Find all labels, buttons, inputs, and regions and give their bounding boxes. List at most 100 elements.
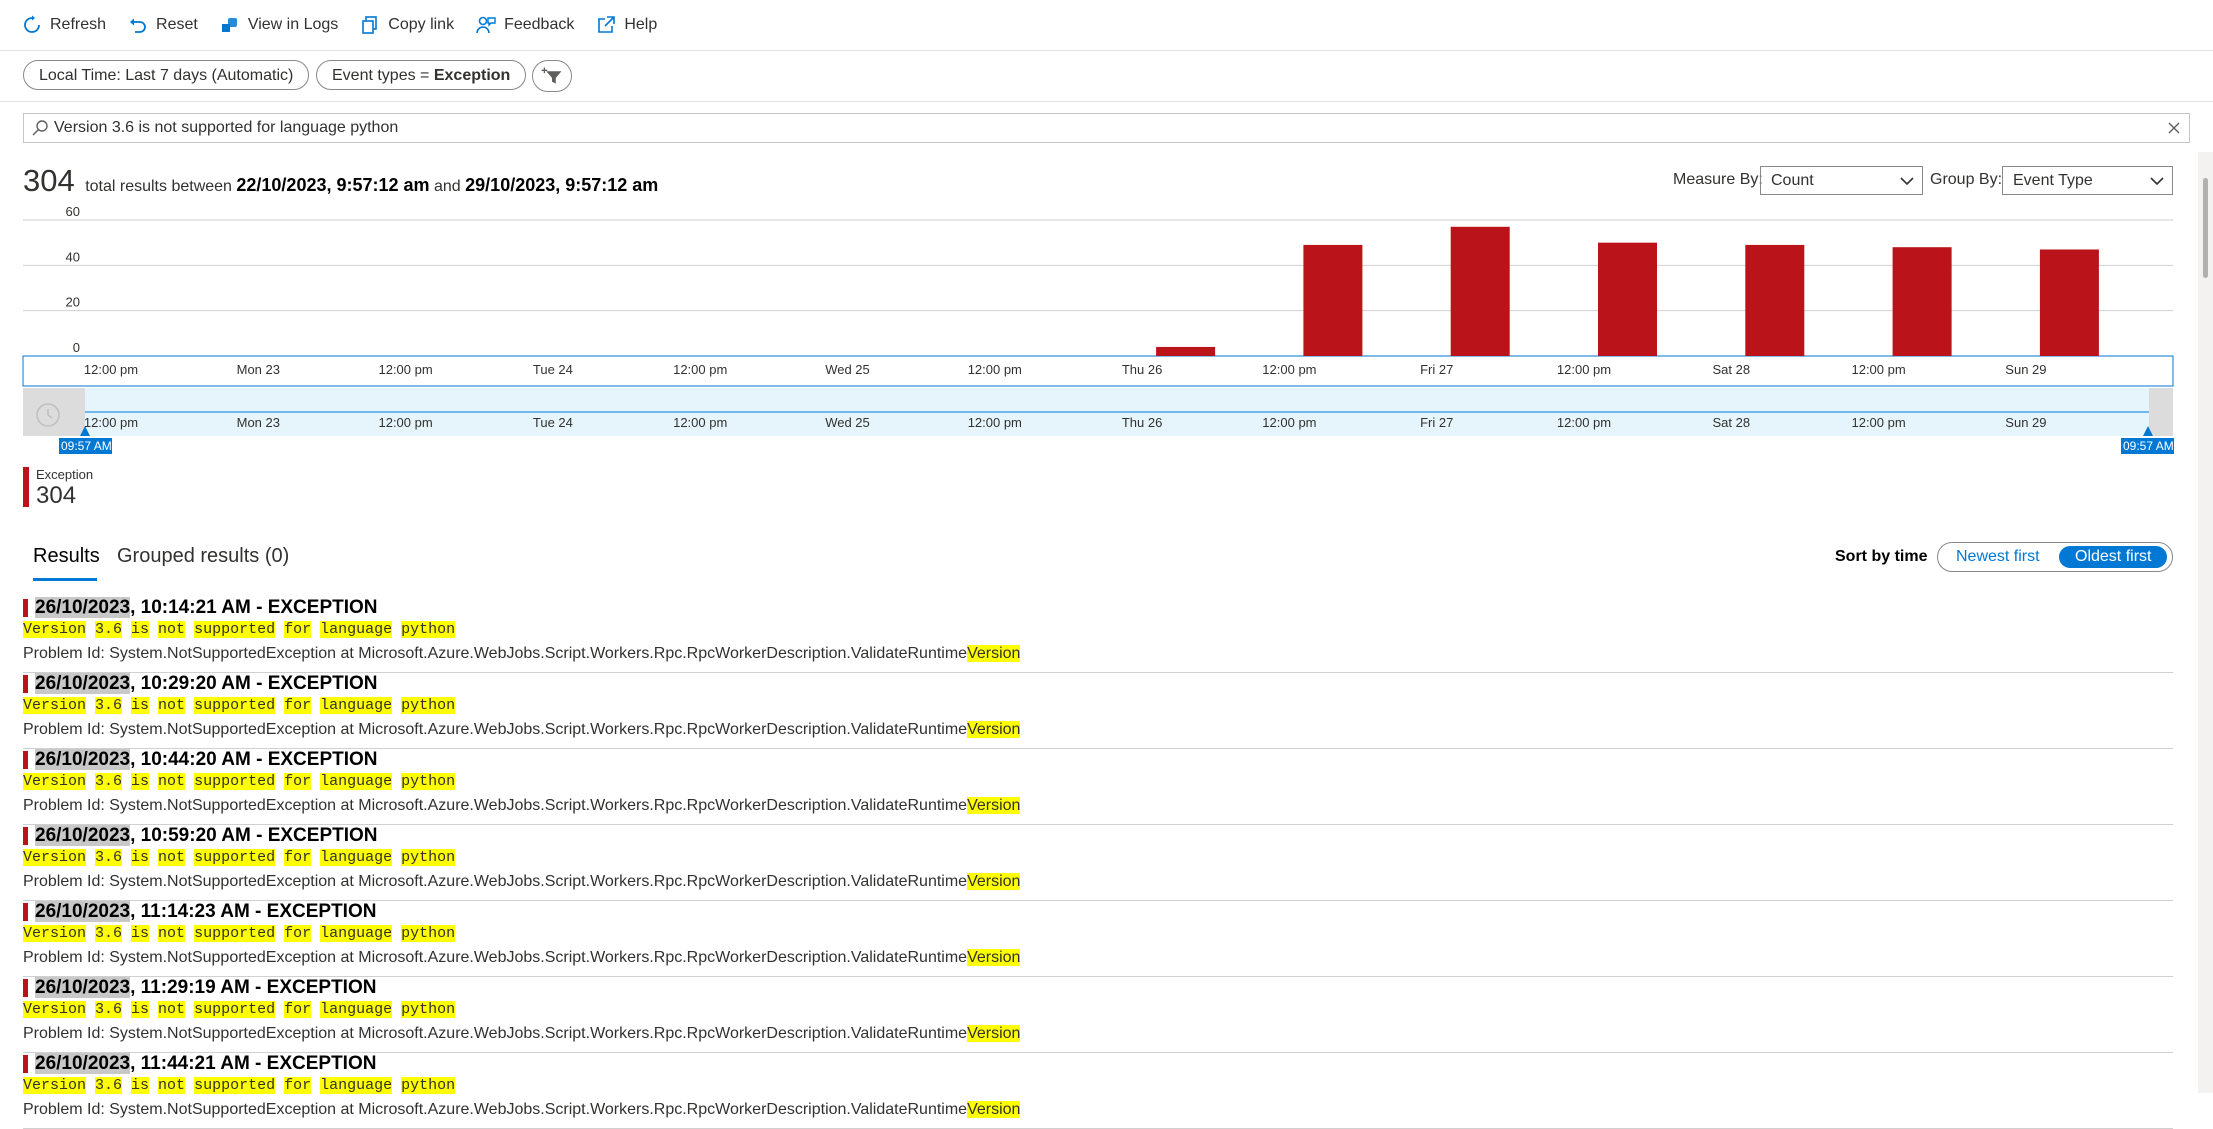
timeline-tick-label: Sat 28 bbox=[1713, 415, 1751, 430]
result-time-type: , 10:29:20 AM - EXCEPTION bbox=[130, 673, 378, 694]
scrollbar-thumb[interactable] bbox=[2203, 178, 2208, 278]
highlighted-term: for bbox=[284, 1001, 312, 1018]
legend-series-value: 304 bbox=[36, 482, 77, 509]
results-summary: 304 total results between 22/10/2023, 9:… bbox=[23, 163, 658, 199]
y-tick-label: 0 bbox=[73, 340, 80, 355]
histogram-bar[interactable] bbox=[1745, 244, 1805, 356]
x-tick-label: 12:00 pm bbox=[1851, 362, 1905, 377]
highlighted-term: not bbox=[158, 773, 186, 790]
timeline-tick-label: 12:00 pm bbox=[1851, 415, 1905, 430]
x-tick-label: Wed 25 bbox=[825, 362, 870, 377]
histogram-bar[interactable] bbox=[1892, 247, 1952, 356]
event-types-filter[interactable]: Event types = Exception bbox=[316, 60, 527, 90]
page-scrollbar[interactable] bbox=[2198, 152, 2213, 1093]
sort-toggle: Newest first Oldest first bbox=[1937, 542, 2173, 572]
result-date: 26/10/2023 bbox=[35, 825, 131, 846]
result-row[interactable]: 26/10/2023, 10:59:20 AM - EXCEPTION Vers… bbox=[23, 825, 2173, 901]
highlighted-term: python bbox=[401, 697, 456, 714]
highlighted-term: Version bbox=[23, 1001, 87, 1018]
brush-start-label: 09:57 AM bbox=[61, 439, 112, 453]
copy-link-button[interactable]: Copy link bbox=[360, 5, 454, 45]
clear-search-icon[interactable] bbox=[2165, 119, 2183, 137]
highlighted-term: for bbox=[284, 925, 312, 942]
event-types-prefix: Event types = bbox=[332, 67, 434, 84]
result-date: 26/10/2023 bbox=[35, 673, 131, 694]
highlighted-term: not bbox=[158, 849, 186, 866]
problem-id-text: Problem Id: System.NotSupportedException… bbox=[23, 721, 968, 738]
help-label: Help bbox=[624, 16, 658, 33]
x-tick-label: 12:00 pm bbox=[1262, 362, 1316, 377]
histogram-bar[interactable] bbox=[1156, 346, 1216, 356]
result-row[interactable]: 26/10/2023, 10:14:21 AM - EXCEPTION Vers… bbox=[23, 597, 2173, 673]
highlighted-term: supported bbox=[194, 1001, 276, 1018]
reset-button[interactable]: Reset bbox=[128, 5, 198, 45]
highlighted-term: 3.6 bbox=[95, 925, 123, 942]
result-row[interactable]: 26/10/2023, 11:29:19 AM - EXCEPTION Vers… bbox=[23, 977, 2173, 1053]
timeline-tick-label: Sun 29 bbox=[2005, 415, 2046, 430]
x-tick-label: Thu 26 bbox=[1122, 362, 1162, 377]
result-row[interactable]: 26/10/2023, 10:29:20 AM - EXCEPTION Vers… bbox=[23, 673, 2173, 749]
highlighted-term: not bbox=[158, 621, 186, 638]
time-range-label: Local Time: Last 7 days (Automatic) bbox=[39, 67, 294, 84]
search-box bbox=[23, 113, 2190, 143]
histogram-bar[interactable] bbox=[1598, 242, 1657, 356]
result-row[interactable]: 26/10/2023, 11:44:21 AM - EXCEPTION Vers… bbox=[23, 1053, 2173, 1129]
x-tick-label: Mon 23 bbox=[237, 362, 280, 377]
histogram-bar[interactable] bbox=[2039, 249, 2099, 356]
brush-handle-left-area[interactable] bbox=[23, 388, 85, 436]
highlighted-term: 3.6 bbox=[95, 773, 123, 790]
highlighted-term: python bbox=[401, 1001, 456, 1018]
refresh-button[interactable]: Refresh bbox=[22, 5, 106, 45]
group-by-dropdown[interactable]: Event Type bbox=[2002, 166, 2173, 195]
search-input[interactable] bbox=[54, 114, 2144, 142]
brush-end-label: 09:57 AM bbox=[2123, 439, 2174, 453]
result-message: Version 3.6 is not supported for language pytho… bbox=[23, 621, 464, 638]
feedback-button[interactable]: Feedback bbox=[476, 5, 574, 45]
result-row[interactable]: 26/10/2023, 10:44:20 AM - EXCEPTION Vers… bbox=[23, 749, 2173, 825]
highlighted-term: python bbox=[401, 849, 456, 866]
result-message: Version 3.6 is not supported for language pytho… bbox=[23, 697, 464, 714]
severity-marker bbox=[23, 751, 28, 769]
result-time-type: , 10:14:21 AM - EXCEPTION bbox=[130, 597, 378, 618]
timeline-tick-label: Mon 23 bbox=[237, 415, 280, 430]
highlighted-term: is bbox=[131, 925, 150, 942]
result-time-type: , 11:29:19 AM - EXCEPTION bbox=[130, 977, 377, 998]
result-date: 26/10/2023 bbox=[35, 1053, 131, 1074]
chevron-down-icon bbox=[1900, 177, 1914, 186]
highlighted-term: 3.6 bbox=[95, 1077, 123, 1094]
timeline-tick-label: 12:00 pm bbox=[1557, 415, 1611, 430]
filter-bar: Local Time: Last 7 days (Automatic) Even… bbox=[0, 51, 2213, 102]
measure-by-dropdown[interactable]: Count bbox=[1760, 166, 1923, 195]
highlighted-term: Version bbox=[23, 773, 87, 790]
brush-handle-right-area[interactable] bbox=[2149, 388, 2173, 436]
highlighted-term: 3.6 bbox=[95, 849, 123, 866]
highlighted-term: is bbox=[131, 1001, 150, 1018]
highlighted-term: supported bbox=[194, 773, 276, 790]
highlighted-term: Version bbox=[23, 1077, 87, 1094]
highlighted-term: for bbox=[284, 1077, 312, 1094]
view-in-logs-button[interactable]: View in Logs bbox=[220, 5, 338, 45]
severity-marker bbox=[23, 675, 28, 693]
summary-between-text: total results between bbox=[85, 178, 232, 195]
highlighted-term: not bbox=[158, 697, 186, 714]
highlighted-term: language bbox=[320, 1077, 393, 1094]
result-date: 26/10/2023 bbox=[35, 597, 131, 618]
sort-oldest-first[interactable]: Oldest first bbox=[2059, 546, 2168, 568]
highlighted-term: 3.6 bbox=[95, 1001, 123, 1018]
problem-id-text: Problem Id: System.NotSupportedException… bbox=[23, 797, 968, 814]
help-button[interactable]: Help bbox=[596, 5, 657, 45]
time-range-filter[interactable]: Local Time: Last 7 days (Automatic) bbox=[23, 60, 310, 90]
tab-results[interactable]: Results bbox=[33, 545, 100, 568]
histogram-bar[interactable] bbox=[1450, 226, 1510, 356]
tab-grouped-results[interactable]: Grouped results (0) bbox=[117, 545, 289, 568]
x-tick-label: 12:00 pm bbox=[673, 362, 727, 377]
add-filter-button[interactable] bbox=[532, 60, 572, 92]
highlighted-term: not bbox=[158, 1001, 186, 1018]
result-row[interactable]: 26/10/2023, 11:14:23 AM - EXCEPTION Vers… bbox=[23, 901, 2173, 977]
sort-newest-first[interactable]: Newest first bbox=[1940, 546, 2056, 568]
histogram-bar[interactable] bbox=[1303, 244, 1363, 356]
search-icon bbox=[32, 120, 48, 136]
x-tick-label: 12:00 pm bbox=[968, 362, 1022, 377]
result-title: 26/10/2023, 10:44:20 AM - EXCEPTION bbox=[35, 749, 378, 771]
reset-label: Reset bbox=[156, 16, 198, 33]
